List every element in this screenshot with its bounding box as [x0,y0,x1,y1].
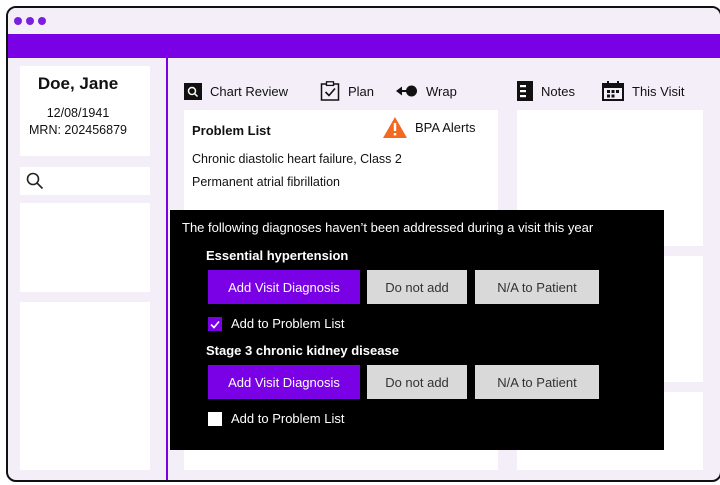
sidebar-panel [20,203,150,292]
bpa-alerts-label: BPA Alerts [415,120,476,135]
window-control-dot[interactable] [38,17,46,25]
add-to-problem-list-checkbox[interactable] [208,317,222,331]
add-to-problem-list-checkbox[interactable] [208,412,222,426]
problem-list-item: Chronic diastolic heart failure, Class 2 [192,152,402,166]
window-control-dot[interactable] [26,17,34,25]
na-to-patient-button[interactable]: N/A to Patient [475,365,599,399]
problem-list-item: Permanent atrial fibrillation [192,175,340,189]
add-visit-diagnosis-button[interactable]: Add Visit Diagnosis [208,365,360,399]
search-box[interactable] [20,167,150,195]
add-to-problem-list-label: Add to Problem List [231,411,345,426]
checkmark-icon [210,320,220,329]
patient-dob: 12/08/1941 [46,106,110,120]
tab-label: Chart Review [210,83,289,99]
sidebar-panel [20,302,150,470]
diagnosis-title: Essential hypertension [206,248,349,263]
notes-icon [517,81,533,101]
window-titlebar [8,8,720,34]
patient-mrn: MRN: 202456879 [29,123,127,137]
bpa-alert-dialog: The following diagnoses haven’t been add… [170,210,664,450]
tab-plan[interactable]: Plan [320,78,374,104]
do-not-add-button[interactable]: Do not add [367,365,467,399]
app-header-bar [8,34,720,58]
na-to-patient-button[interactable]: N/A to Patient [475,270,599,304]
add-visit-diagnosis-button[interactable]: Add Visit Diagnosis [208,270,360,304]
calendar-icon [602,81,624,101]
tab-label: Notes [541,83,575,99]
bpa-alerts-link[interactable]: BPA Alerts [383,117,475,138]
tab-notes[interactable]: Notes [517,78,575,104]
problem-list-title: Problem List [192,123,271,138]
tab-label: Wrap [426,83,457,99]
add-to-problem-list-label: Add to Problem List [231,316,345,331]
tab-this-visit[interactable]: This Visit [602,78,685,104]
tab-label: This Visit [632,83,685,99]
do-not-add-button[interactable]: Do not add [367,270,467,304]
clipboard-check-icon [320,81,340,101]
tab-wrap[interactable]: Wrap [396,78,457,104]
tab-chart-review[interactable]: Chart Review [184,78,288,104]
wrap-arrow-icon [396,84,418,98]
tab-label: Plan [348,83,375,99]
dialog-message: The following diagnoses haven’t been add… [182,220,594,235]
search-icon[interactable] [26,172,44,190]
chart-review-icon [184,82,202,100]
diagnosis-title: Stage 3 chronic kidney disease [206,343,399,358]
patient-name: Doe, Jane [37,74,119,93]
warning-icon [383,117,407,138]
window-control-dot[interactable] [14,17,22,25]
